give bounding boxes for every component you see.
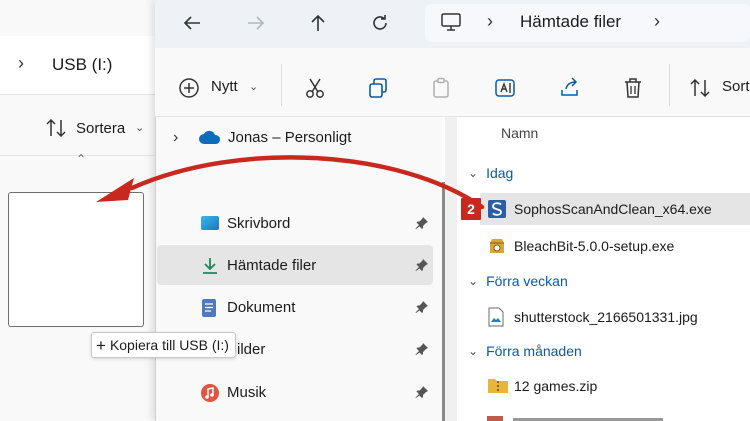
up-arrow-icon[interactable]: [303, 10, 333, 36]
music-icon: [200, 383, 220, 402]
chevron-right-icon: ›: [487, 11, 493, 31]
nav-item-documents[interactable]: Dokument: [157, 287, 433, 327]
copy-icon[interactable]: [365, 75, 391, 101]
delete-icon[interactable]: [620, 75, 646, 101]
file-name: SophosScanAndClean_x64.exe: [514, 201, 712, 217]
group-label: Idag: [486, 165, 514, 181]
nav-item-onedrive[interactable]: Jonas – Personligt: [228, 129, 351, 146]
desktop-icon: [200, 214, 220, 232]
step-number-badge: 2: [461, 198, 481, 220]
drag-copy-tooltip: + Kopiera till USB (I:): [91, 332, 236, 358]
file-row[interactable]: shutterstock_2166501331.jpg: [480, 301, 750, 333]
file-row[interactable]: 12 games.zip: [480, 370, 750, 402]
file-name: shutterstock_2166501331.jpg: [514, 309, 698, 325]
drag-tooltip-text: Kopiera till USB (I:): [109, 337, 229, 353]
file-row[interactable]: SophosScanAndClean_x64.exe: [480, 193, 750, 225]
nav-item-label: Dokument: [227, 298, 296, 316]
chevron-right-icon: ›: [18, 53, 24, 73]
image-file-icon: [487, 307, 507, 327]
nav-item-label: Hämtade filer: [227, 256, 317, 274]
group-header[interactable]: ⌄ Förra veckan: [468, 273, 568, 289]
pin-icon[interactable]: [415, 385, 429, 404]
pin-icon[interactable]: [415, 300, 429, 319]
refresh-icon[interactable]: [365, 10, 395, 36]
cut-icon[interactable]: [302, 75, 328, 101]
background-sort-button[interactable]: Sortera: [76, 120, 125, 137]
chevron-right-icon[interactable]: ›: [654, 11, 660, 32]
pin-icon[interactable]: [415, 216, 429, 235]
rename-icon[interactable]: [492, 75, 518, 101]
plus-icon: +: [96, 335, 106, 355]
chevron-down-icon: ⌄: [249, 81, 259, 93]
sort-icon[interactable]: [688, 75, 714, 101]
toolbar-divider: [669, 64, 670, 106]
background-address-text: USB (I:): [52, 55, 113, 74]
pin-icon[interactable]: [415, 258, 429, 277]
file-name: 12 games.zip: [514, 378, 598, 394]
paste-icon[interactable]: [428, 75, 454, 101]
document-icon: [200, 298, 220, 317]
group-label: Förra veckan: [486, 273, 568, 289]
forward-arrow-icon[interactable]: [241, 10, 271, 36]
nav-item-downloads[interactable]: Hämtade filer: [157, 245, 433, 285]
plus-circle-icon[interactable]: [176, 75, 202, 101]
nav-item-desktop[interactable]: Skrivbord: [157, 203, 433, 243]
nav-item-label: Skrivbord: [227, 214, 291, 232]
pane-divider: [445, 117, 457, 421]
group-label: Förra månaden: [486, 343, 582, 359]
chevron-up-icon[interactable]: ⌃: [76, 152, 86, 166]
file-row-partial[interactable]: [487, 410, 667, 421]
onedrive-cloud-icon: [198, 129, 222, 150]
pin-icon[interactable]: [415, 342, 429, 361]
nav-pane-scrollbar[interactable]: [442, 182, 445, 421]
file-name: BleachBit-5.0.0-setup.exe: [514, 238, 675, 254]
download-icon: [200, 256, 220, 274]
nav-item-label: Musik: [227, 383, 267, 401]
sort-button[interactable]: Sort: [722, 78, 750, 95]
file-row[interactable]: BleachBit-5.0.0-setup.exe: [480, 230, 750, 262]
group-header[interactable]: ⌄ Förra månaden: [468, 343, 582, 359]
chevron-down-icon: ⌄: [468, 166, 479, 180]
column-header-name[interactable]: Namn: [501, 125, 538, 141]
sophos-icon: [487, 199, 507, 219]
breadcrumb-current-folder[interactable]: Hämtade filer: [520, 12, 621, 32]
installer-icon: [487, 236, 507, 256]
chevron-down-icon: ⌄: [468, 344, 479, 358]
chevron-down-icon: ⌄: [468, 274, 479, 288]
chevron-down-icon: ⌄: [135, 122, 145, 134]
chevron-right-icon[interactable]: ›: [173, 129, 178, 147]
share-icon[interactable]: [557, 75, 583, 101]
group-header[interactable]: ⌄ Idag: [468, 165, 513, 181]
nav-item-music[interactable]: Musik: [157, 372, 433, 412]
new-button[interactable]: Nytt: [211, 78, 238, 95]
sort-icon[interactable]: [44, 117, 70, 144]
zip-folder-icon: [487, 376, 508, 396]
monitor-icon: [440, 11, 462, 38]
drop-target-area[interactable]: [8, 192, 144, 327]
back-arrow-icon[interactable]: [177, 10, 207, 36]
toolbar-divider: [281, 64, 282, 106]
